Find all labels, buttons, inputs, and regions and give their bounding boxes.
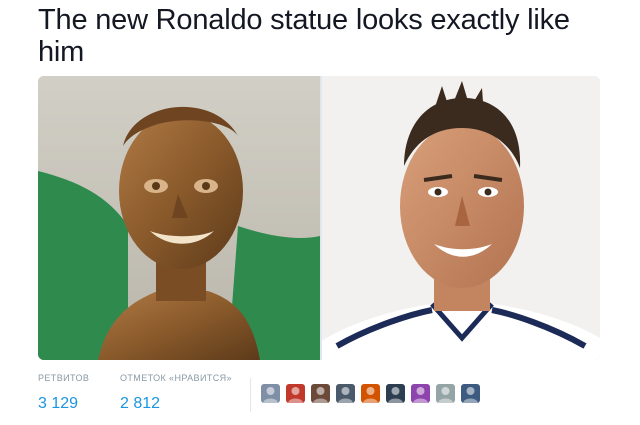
liker-avatars xyxy=(261,384,480,403)
liker-avatar[interactable] xyxy=(261,384,280,403)
tweet-stats: РЕТВИТОВ 3 129 ОТМЕТОК «НРАВИТСЯ» 2 812 xyxy=(38,372,600,422)
liker-avatar[interactable] xyxy=(311,384,330,403)
likes-label: ОТМЕТОК «НРАВИТСЯ» xyxy=(120,373,232,383)
liker-avatar[interactable] xyxy=(336,384,355,403)
statue-image xyxy=(38,76,320,360)
liker-avatar[interactable] xyxy=(286,384,305,403)
liker-avatar[interactable] xyxy=(386,384,405,403)
retweets-count[interactable]: 3 129 xyxy=(38,394,89,414)
stats-divider xyxy=(250,378,251,412)
retweets-label: РЕТВИТОВ xyxy=(38,373,90,383)
retweets-stat[interactable]: РЕТВИТОВ 3 129 xyxy=(38,372,89,414)
ronaldo-photo[interactable] xyxy=(322,76,600,360)
liker-avatar[interactable] xyxy=(361,384,380,403)
liker-avatar[interactable] xyxy=(436,384,455,403)
liker-avatar[interactable] xyxy=(461,384,480,403)
statue-photo[interactable] xyxy=(38,76,320,360)
ronaldo-image xyxy=(322,76,600,360)
tweet-media[interactable] xyxy=(38,76,600,360)
liker-avatar[interactable] xyxy=(411,384,430,403)
likes-stat[interactable]: ОТМЕТОК «НРАВИТСЯ» 2 812 xyxy=(120,372,232,414)
likes-count[interactable]: 2 812 xyxy=(120,394,232,414)
tweet-text: The new Ronaldo statue looks exactly lik… xyxy=(38,4,570,68)
